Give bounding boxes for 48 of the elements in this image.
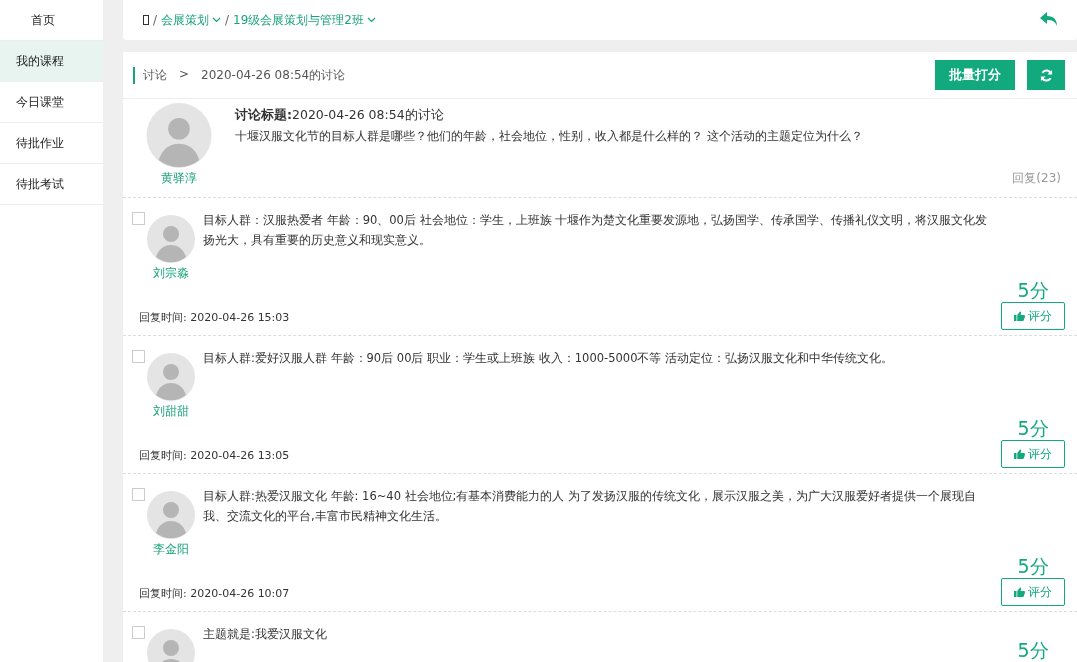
refresh-icon: [1039, 68, 1053, 82]
reply-text: 目标人群：汉服热爱者 年龄：90、00后 社会地位：学生，上班族 十堰作为楚文化重要发源地，弘扬国学、传承国学、传播礼仪文明，将汉服文化发扬光大，具有重要的历史意义和现实意义。: [203, 212, 989, 249]
avatar-icon: [147, 215, 195, 263]
sidebar-item[interactable]: 今日课堂: [0, 82, 103, 123]
avatar-icon: [147, 491, 195, 539]
author-name: 刘宗淼: [153, 265, 189, 282]
breadcrumb-link[interactable]: 19级会展策划与管理2班: [233, 11, 376, 29]
rate-button[interactable]: 评分: [1001, 578, 1065, 606]
sidebar-item[interactable]: 待批作业: [0, 123, 103, 164]
author-name: 李金阳: [153, 541, 189, 558]
breadcrumb-current: 2020-04-26 08:54的讨论: [201, 66, 346, 84]
checkbox[interactable]: [132, 350, 145, 363]
reply-text: 目标人群:爱好汉服人群 年龄：90后 00后 职业：学生或上班族 收入：1000-5000不等 活动定位：弘扬汉服文化和中华传统文化。: [203, 350, 895, 367]
checkbox[interactable]: [132, 626, 145, 639]
sidebar-item[interactable]: 待批考试: [0, 164, 103, 205]
breadcrumb-arrow: >: [179, 66, 190, 83]
breadcrumb-separator: /: [225, 13, 230, 27]
reply-text: 主题就是:我爱汉服文化: [203, 626, 328, 643]
avatar-icon: [147, 353, 195, 401]
reply-time: 回复时间: 2020-04-26 15:03: [139, 311, 290, 324]
reply-time: 回复时间: 2020-04-26 10:07: [139, 587, 290, 600]
reply-time: 回复时间: 2020-04-26 13:05: [139, 449, 290, 462]
reply-text: 目标人群:热爱汉服文化 年龄: 16~40 社会地位;有基本消费能力的人 为了发扬汉服的传统文化，展示汉服之美，为广大汉服爱好者提供一个展现自我、交流文化的平台,丰富市民精神文化生活。: [203, 488, 978, 525]
batch-grade-button[interactable]: 批量打分: [935, 60, 1015, 90]
author-name: 刘甜甜: [153, 403, 189, 420]
topic-question: 十堰汉服文化节的目标人群是哪些？他们的年龄，社会地位，性别，收入都是什么样的？ 这个活动的主题定位为什么？: [235, 128, 864, 145]
chevron-down-icon: [212, 17, 222, 23]
score-value: 5分: [1017, 416, 1049, 440]
score-value: 5分: [1017, 638, 1049, 662]
breadcrumb-separator: /: [153, 13, 158, 27]
author-name: 黄驿淳: [161, 170, 197, 187]
thumbs-up-icon: [1014, 449, 1025, 459]
chevron-down-icon: [367, 17, 376, 23]
thumbs-up-icon: [1014, 587, 1025, 597]
topic-title: 讨论标题:2020-04-26 08:54的讨论: [235, 107, 445, 124]
thumbs-up-icon: [1014, 311, 1025, 321]
checkbox[interactable]: [132, 488, 145, 501]
score-value: 5分: [1017, 554, 1049, 578]
section-label: 讨论: [143, 66, 167, 84]
rate-button[interactable]: 评分: [1001, 440, 1065, 468]
breadcrumb-link[interactable]: 会展策划: [161, 11, 222, 29]
checkbox[interactable]: [132, 212, 145, 225]
score-value: 5分: [1017, 278, 1049, 302]
reply-count[interactable]: 回复(23): [1012, 170, 1061, 187]
refresh-button[interactable]: [1027, 60, 1065, 90]
placeholder-icon: [143, 15, 149, 25]
rate-button[interactable]: 评分: [1001, 302, 1065, 330]
sidebar-item[interactable]: 我的课程: [0, 41, 103, 82]
